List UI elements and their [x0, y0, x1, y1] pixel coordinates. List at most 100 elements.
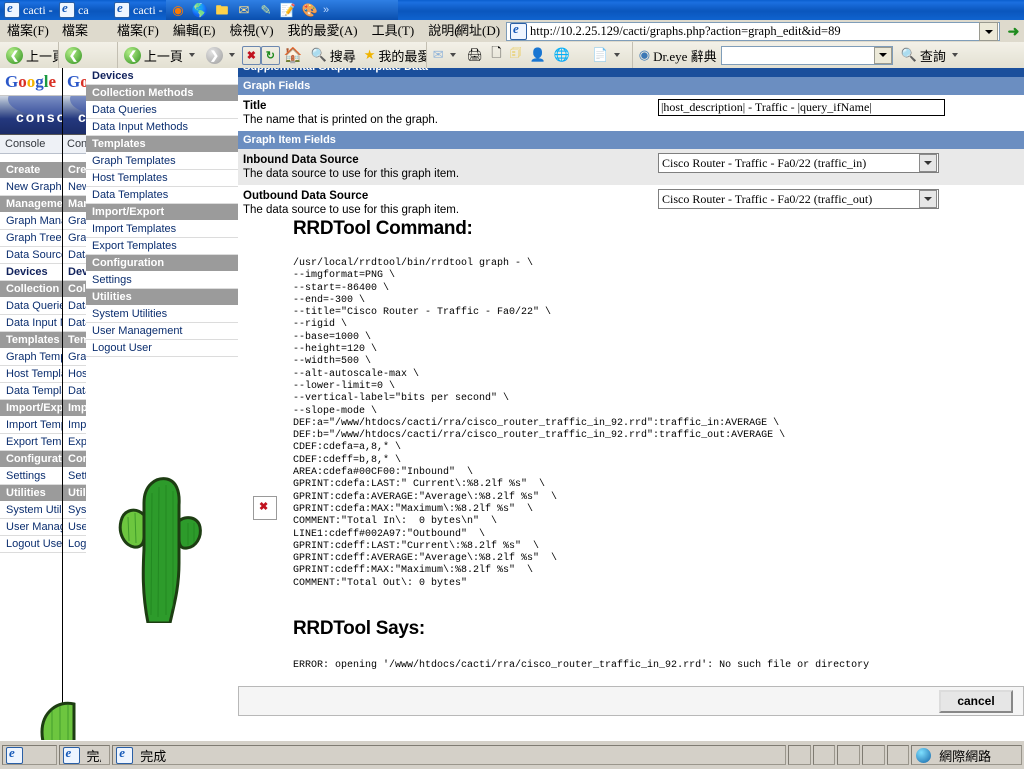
edit-button[interactable]: 🗋 [487, 44, 505, 66]
sidebar-item-host-templates[interactable]: Host Templates [0, 366, 62, 383]
menu-item-view[interactable]: 檢視(V) [223, 20, 281, 42]
sidebar-item-data-queries[interactable]: Data Queries [62, 298, 86, 315]
sidebar-item-graph-trees[interactable]: Graph Trees [62, 230, 86, 247]
sidebar-item-system-utilities[interactable]: System Utilities [0, 502, 62, 519]
chevron-down-icon[interactable] [873, 46, 892, 64]
console-link-back[interactable]: Con [62, 135, 86, 154]
sidebar-item-host-templates[interactable]: Host Templates [86, 170, 238, 187]
menu-item-favorites[interactable]: 我的最愛(A) [281, 20, 365, 42]
menu-group-1[interactable]: 檔案(F) [0, 20, 56, 42]
dreye-button[interactable]: ◉ Dr.eye 辭典 [635, 44, 721, 66]
sidebar-item-logout-user[interactable]: Logout User [86, 340, 238, 357]
dreye-search-input[interactable] [720, 45, 893, 65]
media-player-icon[interactable]: ◉ [168, 1, 188, 19]
sidebar-item-graph-management[interactable]: Graph Management [0, 213, 62, 230]
chevron-down-icon[interactable] [188, 53, 195, 57]
console-link[interactable]: Console [0, 135, 62, 154]
sidebar-item-import-templates[interactable]: Import Templates [62, 417, 86, 434]
sidebar-item-graph-trees[interactable]: Graph Trees [0, 230, 62, 247]
chevron-down-icon[interactable] [979, 22, 998, 41]
sidebar-item-new-graphs[interactable]: New Graphs [0, 179, 62, 196]
query-button[interactable]: 🔍 查詢 [897, 44, 965, 66]
menu-item-file-2[interactable]: 檔案 [55, 20, 95, 42]
sidebar-item-data-input-methods[interactable]: Data Input Methods [62, 315, 86, 332]
status-zone-cell[interactable]: 網際網路 [911, 745, 1022, 765]
sidebar-item-devices[interactable]: Devices [62, 264, 86, 281]
sidebar-item-data-queries[interactable]: Data Queries [86, 102, 238, 119]
menu-item-file-1[interactable]: 檔案(F) [0, 20, 55, 42]
sidebar-item-new-graphs[interactable]: New Graphs [62, 179, 86, 196]
sidebar-item-export-templates[interactable]: Export Templates [0, 434, 62, 451]
sidebar-item-user-management[interactable]: User Management [62, 519, 86, 536]
sidebar-item-devices[interactable]: Devices [86, 68, 238, 85]
window-titlebar-2[interactable]: ca [55, 0, 111, 20]
sidebar-item-graph-templates[interactable]: Graph Templates [62, 349, 86, 366]
sidebar-item-graph-management[interactable]: Graph Management [62, 213, 86, 230]
globe-button[interactable]: 🌐 [550, 44, 574, 66]
menu-group-2[interactable]: 檔案 [55, 20, 111, 42]
go-arrow-icon[interactable]: ➜ [1004, 22, 1023, 41]
quick-launch-bar[interactable]: ◉ 🌎 🖿 ✉ ✎ 📝 🎨 » [166, 0, 398, 20]
favorites-button[interactable]: ★ 我的最愛 [360, 44, 426, 66]
sidebar-item-user-management[interactable]: User Management [86, 323, 238, 340]
sidebar-item-data-input-methods[interactable]: Data Input Methods [86, 119, 238, 136]
sidebar-item-system-utilities[interactable]: System Utilities [62, 502, 86, 519]
sidebar-item-devices[interactable]: Devices [0, 264, 62, 281]
chevron-down-icon[interactable] [919, 190, 937, 208]
search-button[interactable]: 🔍 搜尋 [307, 44, 360, 66]
back-button[interactable]: ❮ 上一頁 [120, 44, 202, 66]
inbound-data-source-select[interactable]: Cisco Router - Traffic - Fa0/22 (traffic… [658, 153, 939, 173]
sidebar-item-data-templates[interactable]: Data Templates [62, 383, 86, 400]
back-button-2[interactable]: ❮ [61, 44, 86, 66]
sidebar-item-data-templates[interactable]: Data Templates [0, 383, 62, 400]
menu-item-file[interactable]: 檔案(F) [110, 20, 166, 42]
ie-browser-icon[interactable]: 🌎 [190, 1, 210, 19]
sidebar-item-logout-user[interactable]: Logout User [62, 536, 86, 553]
chevron-down-icon[interactable] [951, 53, 958, 57]
address-bar[interactable]: http://10.2.25.129/cacti/graphs.php?acti… [506, 21, 1000, 41]
cancel-button[interactable]: cancel [939, 689, 1013, 713]
mail-icon[interactable]: ✉ [234, 1, 254, 19]
sidebar-item-data-queries[interactable]: Data Queries [0, 298, 62, 315]
sidebar-item-export-templates[interactable]: Export Templates [86, 238, 238, 255]
sidebar-item-export-templates[interactable]: Export Templates [62, 434, 86, 451]
outbound-data-source-select[interactable]: Cisco Router - Traffic - Fa0/22 (traffic… [658, 189, 939, 209]
chevron-down-icon[interactable] [228, 53, 235, 57]
pencil-icon[interactable]: ✎ [256, 1, 276, 19]
stop-icon[interactable]: ✖ [241, 45, 261, 65]
sidebar-item-import-templates[interactable]: Import Templates [0, 417, 62, 434]
menu-item-edit[interactable]: 編輯(E) [166, 20, 223, 42]
messenger-button[interactable]: 👤 [526, 44, 550, 66]
mail-button[interactable]: ✉ [429, 44, 463, 66]
sidebar-item-user-management[interactable]: User Management [0, 519, 62, 536]
sidebar-item-settings[interactable]: Settings [62, 468, 86, 485]
window-titlebar-1[interactable]: cacti - [0, 0, 56, 20]
sidebar-item-data-sources[interactable]: Data Sources [0, 247, 62, 264]
notes-button[interactable]: 🗊 [506, 44, 526, 66]
sidebar-item-settings[interactable]: Settings [0, 468, 62, 485]
forward-button[interactable]: ❯ [202, 44, 242, 66]
title-input[interactable]: |host_description| - Traffic - |query_if… [658, 99, 945, 116]
sidebar-item-graph-templates[interactable]: Graph Templates [0, 349, 62, 366]
sidebar-item-logout-user[interactable]: Logout User [0, 536, 62, 553]
sidebar-item-graph-templates[interactable]: Graph Templates [86, 153, 238, 170]
menu-group-3[interactable]: 檔案(F) 編輯(E) 檢視(V) 我的最愛(A) 工具(T) 說明(H) [110, 20, 460, 42]
sidebar-item-settings[interactable]: Settings [86, 272, 238, 289]
paint-icon[interactable]: 🎨 [300, 1, 320, 19]
sidebar-item-import-templates[interactable]: Import Templates [86, 221, 238, 238]
home-button[interactable]: 🏠 [280, 44, 307, 66]
pdf-button[interactable]: 📄 [588, 44, 627, 66]
quicklaunch-overflow[interactable]: » [322, 4, 330, 16]
chevron-down-icon[interactable] [614, 53, 621, 57]
print-button[interactable]: 🖨 [463, 44, 488, 66]
refresh-icon[interactable]: ↻ [260, 45, 280, 65]
sidebar-item-system-utilities[interactable]: System Utilities [86, 306, 238, 323]
folders-icon[interactable]: 🖿 [212, 1, 232, 19]
notes-icon[interactable]: 📝 [278, 1, 298, 19]
sidebar-item-host-templates[interactable]: Host Templates [62, 366, 86, 383]
sidebar-item-data-templates[interactable]: Data Templates [86, 187, 238, 204]
back-button-1[interactable]: ❮ 上一頁 [2, 44, 58, 66]
sidebar-item-data-input-methods[interactable]: Data Input Methods [0, 315, 62, 332]
chevron-down-icon[interactable] [449, 53, 456, 57]
address-input[interactable]: http://10.2.25.129/cacti/graphs.php?acti… [530, 24, 979, 39]
